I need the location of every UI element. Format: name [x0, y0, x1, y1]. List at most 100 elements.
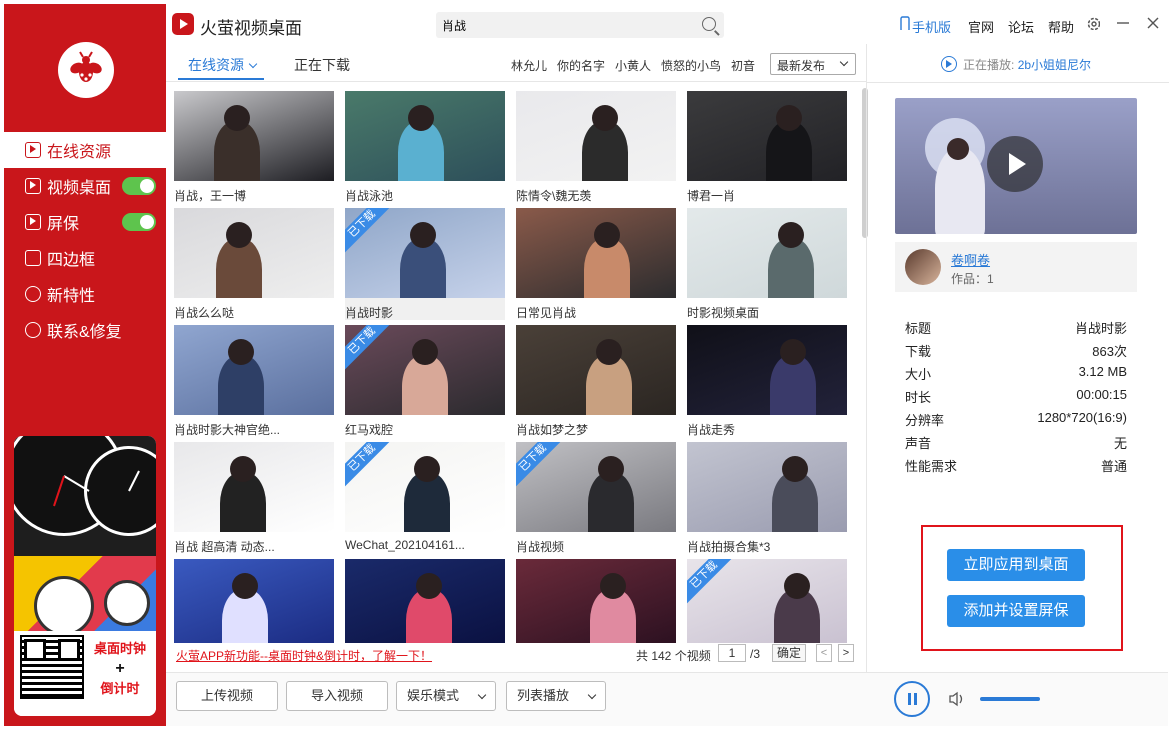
tab-online-resources[interactable]: 在线资源	[188, 55, 258, 75]
tag-link[interactable]: 小黄人	[615, 57, 651, 74]
detail-key: 性能需求	[905, 459, 958, 474]
help-link[interactable]: 帮助	[1048, 17, 1074, 36]
tag-link[interactable]: 初音	[731, 57, 755, 74]
video-thumbnail[interactable]: 已下载	[345, 325, 505, 415]
search-input[interactable]	[436, 12, 676, 38]
video-thumbnail[interactable]: 已下载	[516, 442, 676, 532]
playlist-mode-select[interactable]: 列表播放	[506, 681, 606, 711]
sidebar-item-border-frame[interactable]: 四边框	[4, 240, 166, 276]
video-thumbnail[interactable]	[174, 91, 334, 181]
video-caption: 肖战，王一博	[174, 189, 247, 203]
video-caption: WeChat_202104161...	[345, 538, 465, 552]
video-thumbnail[interactable]	[516, 91, 676, 181]
video-card[interactable]: 肖战，王一博	[174, 91, 334, 203]
video-card[interactable]	[345, 559, 505, 643]
video-thumbnail[interactable]	[516, 325, 676, 415]
pause-button[interactable]	[894, 681, 930, 717]
video-card[interactable]: 肖战拍摄合集*3	[687, 442, 847, 554]
sidebar-item-contact-repair[interactable]: 联系&修复	[4, 312, 166, 348]
sidebar-item-label: 四边框	[47, 252, 96, 269]
video-desktop-toggle[interactable]	[122, 177, 156, 195]
firefly-logo-icon	[58, 42, 114, 98]
downloaded-badge: 已下载	[345, 442, 393, 489]
tab-downloading[interactable]: 正在下载	[294, 55, 350, 75]
import-video-button[interactable]: 导入视频	[286, 681, 388, 711]
video-thumbnail[interactable]	[687, 442, 847, 532]
page-total: /3	[750, 647, 761, 661]
video-thumbnail[interactable]	[174, 559, 334, 643]
frame-icon	[25, 250, 41, 266]
author-name-link[interactable]: 卷啊卷	[951, 250, 990, 269]
avatar[interactable]	[905, 249, 941, 285]
chevron-down-icon	[248, 59, 258, 69]
video-card[interactable]: 肖战走秀	[687, 325, 847, 437]
volume-slider[interactable]	[980, 697, 1040, 701]
video-thumbnail[interactable]: 已下载	[345, 208, 505, 298]
mode-select[interactable]: 娱乐模式	[396, 681, 496, 711]
page-confirm-button[interactable]: 确定	[772, 644, 806, 662]
video-card[interactable]: 陈情令\魏无羡	[516, 91, 676, 203]
video-thumbnail[interactable]	[687, 325, 847, 415]
volume-icon[interactable]	[948, 691, 964, 707]
video-card[interactable]: 肖战 超高清 动态...	[174, 442, 334, 554]
video-card[interactable]: 博君一肖	[687, 91, 847, 203]
search-icon[interactable]	[702, 17, 716, 31]
sidebar-item-online-resources[interactable]: 在线资源	[4, 132, 166, 168]
tag-link[interactable]: 愤怒的小鸟	[661, 57, 721, 74]
video-thumbnail[interactable]	[174, 442, 334, 532]
search-box[interactable]	[436, 12, 724, 38]
video-thumbnail[interactable]	[516, 208, 676, 298]
video-card[interactable]: 已下载	[687, 559, 847, 643]
video-thumbnail[interactable]: 已下载	[345, 442, 505, 532]
video-thumbnail[interactable]	[516, 559, 676, 643]
detail-value: 00:00:15	[1076, 387, 1127, 402]
video-card[interactable]: 日常见肖战	[516, 208, 676, 320]
video-thumbnail[interactable]	[687, 91, 847, 181]
official-site-link[interactable]: 官网	[968, 17, 994, 36]
sidebar-item-new-features[interactable]: 新特性	[4, 276, 166, 312]
detail-key: 分辨率	[905, 413, 945, 428]
new-feature-promo-link[interactable]: 火萤APP新功能--桌面时钟&倒计时，了解一下！	[176, 647, 432, 664]
sidebar-item-label: 视频桌面	[47, 180, 112, 197]
video-thumbnail[interactable]	[345, 559, 505, 643]
video-card[interactable]	[516, 559, 676, 643]
apply-to-desktop-button[interactable]: 立即应用到桌面	[947, 549, 1085, 581]
prev-page-button[interactable]: <	[816, 644, 832, 662]
detail-row: 声音 无	[905, 433, 1127, 452]
video-card[interactable]: 已下载 肖战视频	[516, 442, 676, 554]
video-card[interactable]: 肖战如梦之梦	[516, 325, 676, 437]
upload-video-button[interactable]: 上传视频	[176, 681, 278, 711]
clock-promo-banner[interactable]: 桌面时钟 + 倒计时	[14, 436, 156, 716]
tag-link[interactable]: 你的名字	[557, 57, 605, 74]
play-icon[interactable]	[987, 136, 1043, 192]
mobile-version-link[interactable]: 手机版	[912, 17, 951, 36]
close-icon[interactable]	[1146, 16, 1160, 30]
video-card[interactable]: 时影视频桌面	[687, 208, 847, 320]
video-thumbnail[interactable]	[345, 91, 505, 181]
add-screensaver-button[interactable]: 添加并设置屏保	[947, 595, 1085, 627]
minimize-icon[interactable]	[1116, 16, 1130, 30]
video-card[interactable]: 已下载 红马戏腔	[345, 325, 505, 437]
next-page-button[interactable]: >	[838, 644, 854, 662]
video-thumbnail[interactable]: 已下载	[687, 559, 847, 643]
video-card[interactable]: 肖战泳池	[345, 91, 505, 203]
video-thumbnail[interactable]	[174, 208, 334, 298]
video-card[interactable]: 肖战么么哒	[174, 208, 334, 320]
chevron-down-icon	[839, 57, 849, 67]
video-caption: 日常见肖战	[516, 306, 577, 320]
page-number-input[interactable]: 1	[718, 644, 746, 662]
settings-gear-icon[interactable]	[1086, 16, 1100, 30]
video-card[interactable]: 已下载 肖战时影	[345, 208, 505, 320]
sort-select[interactable]: 最新发布	[770, 53, 856, 75]
video-card[interactable]: 已下载 WeChat_202104161...	[345, 442, 505, 554]
video-card[interactable]: 肖战时影大神官绝...	[174, 325, 334, 437]
video-preview[interactable]	[895, 98, 1137, 234]
tag-link[interactable]: 林允儿	[511, 57, 547, 74]
video-thumbnail[interactable]	[687, 208, 847, 298]
video-grid: 肖战，王一博 肖战泳池 陈情令\魏无羡 博君一肖肖战么么哒 已下载 肖战时影 日常见肖战 时影…	[166, 83, 866, 643]
video-thumbnail[interactable]	[174, 325, 334, 415]
forum-link[interactable]: 论坛	[1008, 17, 1034, 36]
video-count: 共 142 个视频	[636, 649, 711, 663]
video-card[interactable]	[174, 559, 334, 643]
screensaver-toggle[interactable]	[122, 213, 156, 231]
